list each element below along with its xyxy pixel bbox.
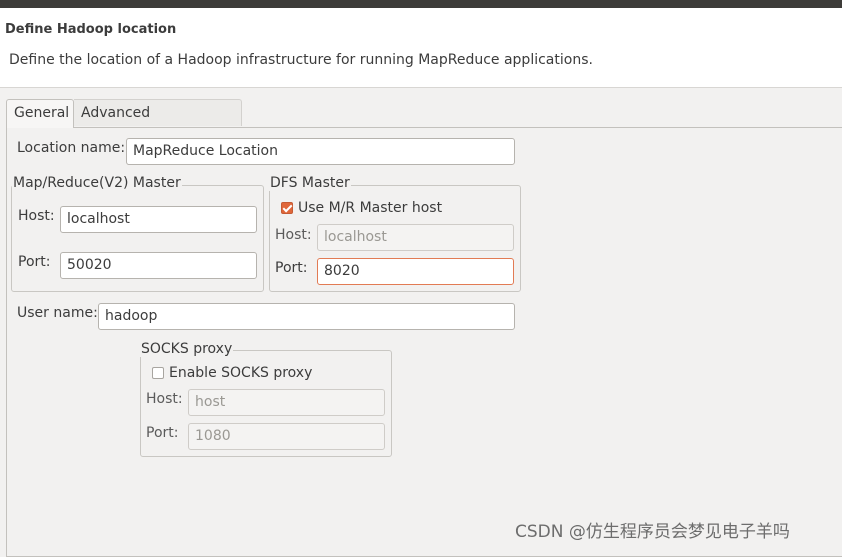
dfs-host-field: localhost	[317, 224, 514, 251]
wizard-description: Define the location of a Hadoop infrastr…	[9, 52, 593, 68]
tab-advanced-parameters[interactable]: Advanced parameters	[74, 99, 242, 148]
socks-host-label: Host:	[146, 391, 183, 407]
mr-host-field[interactable]: localhost	[60, 206, 257, 233]
tab-general[interactable]: General	[6, 99, 74, 128]
use-mr-master-checkbox[interactable]	[281, 202, 293, 214]
socks-port-label: Port:	[146, 425, 179, 441]
wizard-header: Define Hadoop location Define the locati…	[0, 8, 842, 88]
enable-socks-checkbox[interactable]	[152, 367, 164, 379]
use-mr-master-label[interactable]: Use M/R Master host	[298, 200, 442, 216]
socks-port-field: 1080	[188, 423, 385, 450]
csdn-watermark: CSDN @仿生程序员会梦见电子羊吗	[515, 522, 790, 542]
user-name-label: User name:	[17, 305, 98, 321]
dfs-port-field[interactable]: 8020	[317, 258, 514, 285]
dfs-master-title: DFS Master	[269, 175, 351, 191]
enable-socks-label[interactable]: Enable SOCKS proxy	[169, 365, 312, 381]
mr-port-field[interactable]: 50020	[60, 252, 257, 279]
dfs-port-label: Port:	[275, 260, 308, 276]
mr-host-label: Host:	[18, 208, 55, 224]
socks-host-field: host	[188, 389, 385, 416]
location-name-label: Location name:	[17, 140, 126, 156]
wizard-title: Define Hadoop location	[5, 22, 177, 37]
dfs-host-label: Host:	[275, 227, 312, 243]
socks-proxy-title: SOCKS proxy	[140, 341, 234, 357]
mr-master-title: Map/Reduce(V2) Master	[12, 175, 182, 191]
location-name-field[interactable]: MapReduce Location	[126, 138, 515, 165]
user-name-field[interactable]: hadoop	[98, 303, 515, 330]
window-top-bar	[0, 0, 842, 8]
mr-port-label: Port:	[18, 254, 51, 270]
